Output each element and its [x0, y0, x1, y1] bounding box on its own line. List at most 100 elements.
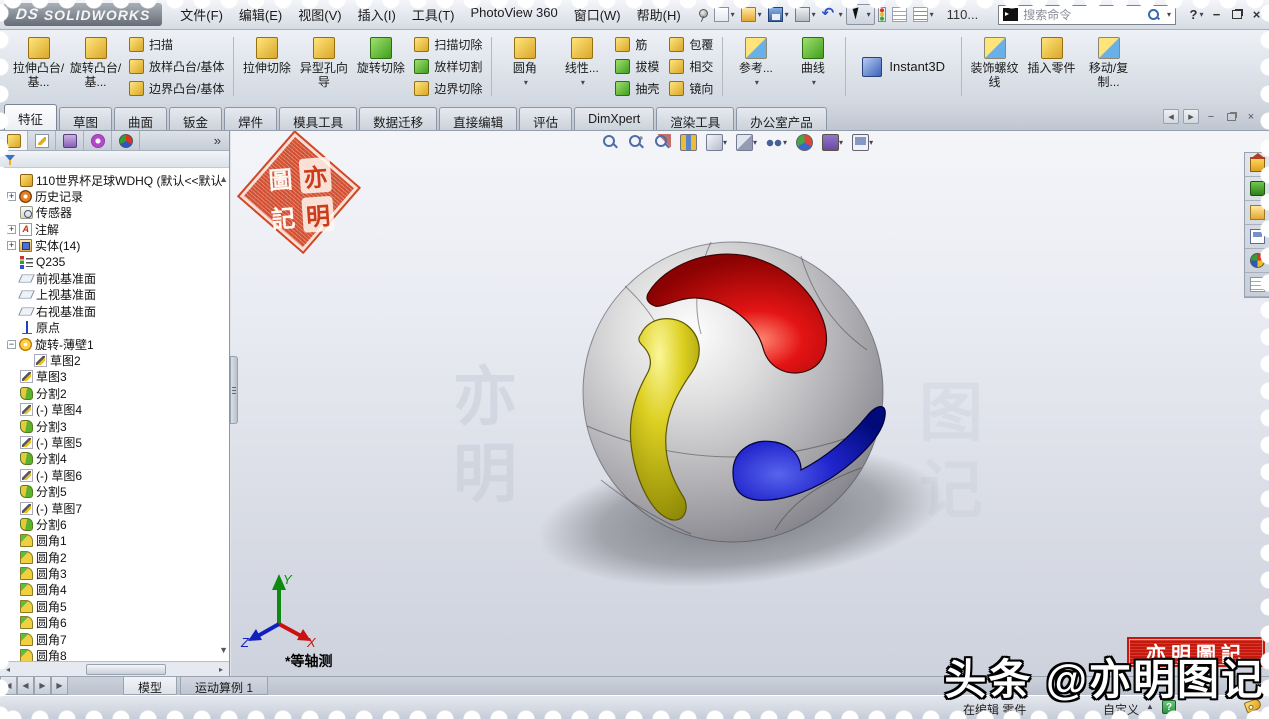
undo-button[interactable]: ▾ — [819, 5, 846, 24]
edit-appearance-button[interactable] — [793, 132, 816, 153]
panel-splitter[interactable] — [230, 131, 238, 676]
tree-item[interactable]: 传感器 — [5, 205, 215, 221]
menu-item[interactable]: 插入(I) — [350, 0, 404, 29]
extruded-boss-button[interactable]: 拉伸凸台/基... — [10, 32, 67, 101]
linear-pattern-button[interactable]: 线性...▾ — [553, 32, 610, 101]
mirror-button[interactable]: 镜向 — [669, 78, 713, 99]
boundary-cut-button[interactable]: 边界切除 — [414, 78, 482, 99]
dropdown-arrow-icon[interactable]: ▾ — [731, 10, 735, 19]
hide-show-items-button[interactable]: ▾ — [763, 132, 790, 153]
soccer-ball-model[interactable] — [561, 230, 906, 557]
tree-scroll-down-icon[interactable]: ▼ — [219, 645, 228, 655]
custom-status[interactable]: 自定义 — [1103, 701, 1139, 718]
tab-渲染工具[interactable]: 渲染工具 — [656, 107, 734, 130]
tree-item[interactable]: 圆角3 — [5, 565, 215, 581]
dropdown-arrow-icon[interactable]: ▾ — [839, 10, 843, 19]
tree-item[interactable]: +实体(14) — [5, 238, 215, 254]
menu-item[interactable]: 视图(V) — [290, 0, 349, 29]
first-tab-button[interactable]: ◀ — [0, 677, 17, 695]
next-tab-button[interactable]: ▶ — [34, 677, 51, 695]
zoom-to-fit-button[interactable] — [599, 132, 622, 153]
revolved-cut-button[interactable]: 旋转切除 — [352, 32, 409, 101]
tree-item[interactable]: 分割6 — [5, 516, 215, 532]
new-document-button[interactable]: ▾ — [711, 5, 738, 24]
pin-icon[interactable] — [695, 8, 705, 22]
tree-item[interactable]: 110世界杯足球WDHQ (默认<<默认 — [5, 172, 215, 188]
panel-tab-dimxpert-manager[interactable] — [84, 131, 112, 150]
taskpane-tab-appearances[interactable] — [1245, 249, 1269, 273]
status-help-icon[interactable]: ? — [1162, 700, 1176, 714]
search-input[interactable]: 搜索命令 ▾ — [998, 5, 1176, 25]
zoom-to-area-button[interactable] — [625, 132, 648, 153]
move-copy-button[interactable]: 移动/复制... — [1080, 32, 1137, 101]
study-tab-模型[interactable]: 模型 — [123, 677, 177, 695]
options-list-button[interactable]: ▾ — [910, 5, 937, 24]
collapse-icon[interactable]: − — [7, 340, 16, 349]
panel-tab-display-manager[interactable] — [112, 131, 140, 150]
tree-item[interactable]: +历史记录 — [5, 188, 215, 204]
tab-焊件[interactable]: 焊件 — [224, 107, 277, 130]
dropdown-arrow-icon[interactable]: ▾ — [524, 76, 528, 90]
tree-item[interactable]: 圆角7 — [5, 631, 215, 647]
panel-overflow-button[interactable]: » — [206, 131, 229, 150]
pane-toggle-right[interactable]: ▸ — [1183, 109, 1199, 124]
tree-item[interactable]: 草图3 — [5, 369, 215, 385]
panel-tab-feature-manager[interactable] — [0, 131, 28, 150]
insert-part-button[interactable]: 插入零件 — [1023, 32, 1080, 101]
tree-item[interactable]: (-) 草图4 — [5, 401, 215, 417]
tree-item[interactable]: 圆角6 — [5, 615, 215, 631]
section-view-button[interactable] — [677, 132, 700, 153]
menu-item[interactable]: 窗口(W) — [566, 0, 629, 29]
tab-直接编辑[interactable]: 直接编辑 — [439, 107, 517, 130]
last-tab-button[interactable]: ▶ — [51, 677, 68, 695]
shell-button[interactable]: 抽壳 — [615, 78, 659, 99]
taskpane-tab-view-palette[interactable] — [1245, 225, 1269, 249]
graphics-viewport[interactable]: ▾▾▾▾▾ 圖 亦 記 明 亦明 图记 — [231, 131, 1269, 676]
tab-DimXpert[interactable]: DimXpert — [574, 107, 654, 130]
menu-item[interactable]: 编辑(E) — [231, 0, 290, 29]
swept-boss-button[interactable]: 扫描 — [129, 34, 224, 55]
dropdown-arrow-icon[interactable]: ▾ — [783, 138, 787, 147]
dropdown-arrow-icon[interactable]: ▾ — [723, 138, 727, 147]
status-caret-icon[interactable]: ▲ — [1146, 702, 1154, 711]
lofted-cut-button[interactable]: 放样切割 — [414, 56, 482, 77]
tree-item[interactable]: 圆角5 — [5, 598, 215, 614]
scrollbar-track[interactable] — [16, 664, 213, 675]
tab-数据迁移[interactable]: 数据迁移 — [359, 107, 437, 130]
cosmetic-thread-button[interactable]: 装饰螺纹线 — [966, 32, 1023, 101]
tree-item[interactable]: −旋转-薄壁1 — [5, 336, 215, 352]
tab-钣金[interactable]: 钣金 — [169, 107, 222, 130]
wrap-button[interactable]: 包覆 — [669, 34, 713, 55]
dropdown-arrow-icon[interactable]: ▾ — [812, 76, 816, 90]
tree-item[interactable]: 分割2 — [5, 385, 215, 401]
file-properties-button[interactable] — [889, 5, 910, 24]
fillet-button[interactable]: 圆角▾ — [496, 32, 553, 101]
dropdown-arrow-icon[interactable]: ▾ — [867, 10, 871, 19]
hole-wizard-button[interactable]: 异型孔向导 — [295, 32, 352, 101]
tree-item[interactable]: 圆角2 — [5, 549, 215, 565]
study-tab-运动算例 1[interactable]: 运动算例 1 — [180, 677, 268, 695]
scrollbar-thumb[interactable] — [86, 664, 166, 675]
dropdown-arrow-icon[interactable]: ▾ — [758, 10, 762, 19]
prev-tab-button[interactable]: ◀ — [17, 677, 34, 695]
taskpane-tab-file-explorer[interactable] — [1245, 201, 1269, 225]
traffic-light-button[interactable] — [875, 5, 889, 24]
dropdown-arrow-icon[interactable]: ▾ — [581, 76, 585, 90]
save-document-button[interactable]: ▾ — [765, 5, 792, 24]
apply-scene-button[interactable]: ▾ — [819, 132, 846, 153]
tab-曲面[interactable]: 曲面 — [114, 107, 167, 130]
view-orientation-button[interactable]: ▾ — [703, 132, 730, 153]
minimize-button[interactable]: − — [1208, 6, 1225, 23]
tree-item[interactable]: 分割5 — [5, 483, 215, 499]
tree-item[interactable]: (-) 草图6 — [5, 467, 215, 483]
tree-item[interactable]: 圆角8 — [5, 647, 215, 661]
tree-item[interactable]: Q235 — [5, 254, 215, 270]
pane-toggle-left[interactable]: ◂ — [1163, 109, 1179, 124]
doc-restore[interactable] — [1223, 109, 1239, 124]
expand-icon[interactable]: + — [7, 192, 16, 201]
restore-button[interactable] — [1228, 6, 1245, 23]
menu-item[interactable]: 帮助(H) — [629, 0, 689, 29]
menu-item[interactable]: 工具(T) — [404, 0, 463, 29]
display-style-button[interactable]: ▾ — [733, 132, 760, 153]
expand-icon[interactable]: + — [7, 241, 16, 250]
